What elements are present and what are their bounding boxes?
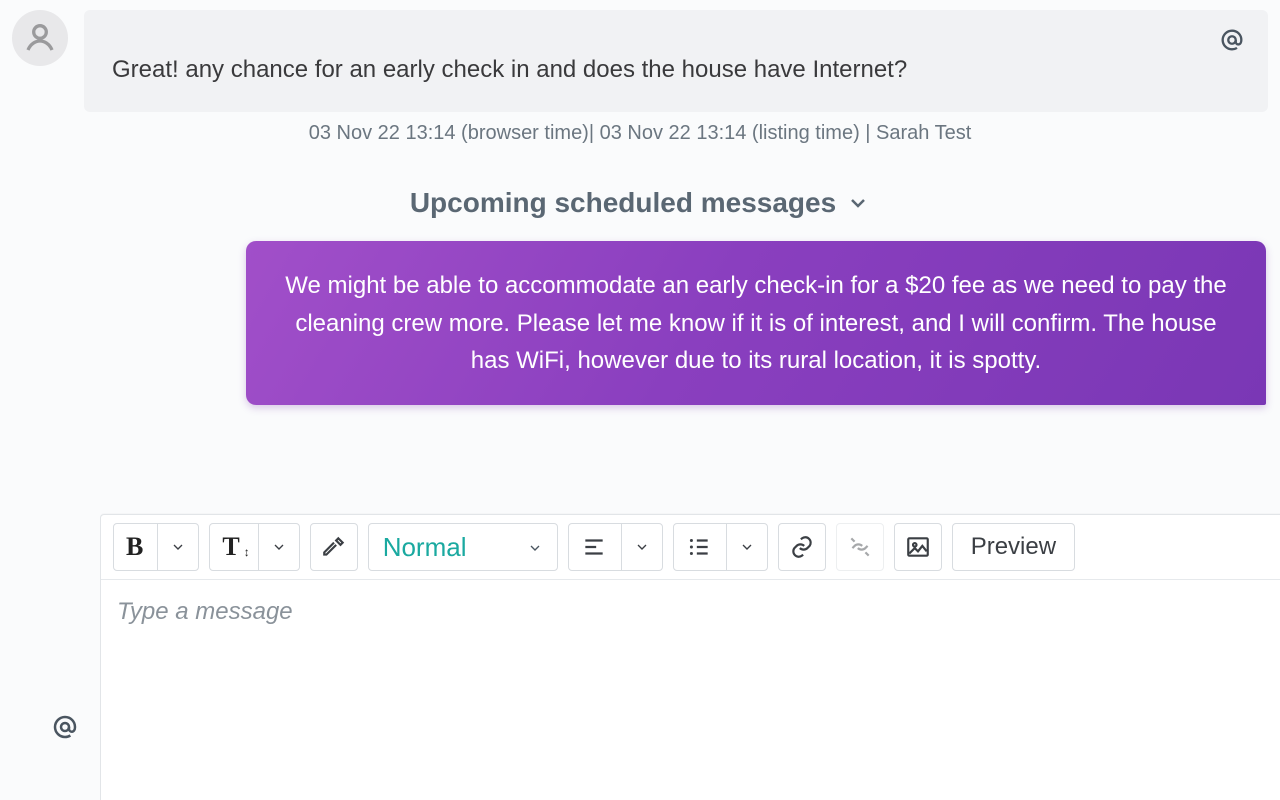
bold-button[interactable]: B [113, 523, 199, 571]
caret-down-icon [621, 524, 662, 570]
bold-icon: B [126, 532, 143, 562]
caret-down-icon [258, 524, 299, 570]
message-input-placeholder: Type a message [117, 598, 293, 625]
message-composer: B T↕ Normal [100, 514, 1280, 800]
messaging-panel: Great! any chance for an early check in … [0, 0, 1280, 800]
person-icon [22, 20, 58, 56]
composer-area: B T↕ Normal [30, 514, 1280, 800]
scheduled-messages-title: Upcoming scheduled messages [410, 187, 836, 219]
unlink-icon [847, 534, 873, 560]
message-input[interactable]: Type a message [101, 580, 1280, 800]
incoming-message-meta: 03 Nov 22 13:14 (browser time)| 03 Nov 2… [0, 112, 1280, 163]
insert-image-button[interactable] [894, 523, 942, 571]
outgoing-message-row: We might be able to accommodate an early… [0, 241, 1280, 405]
unlink-button [836, 523, 884, 571]
paragraph-format-select[interactable]: Normal [368, 523, 558, 571]
chevron-down-icon [846, 191, 870, 215]
outgoing-message-text: We might be able to accommodate an early… [285, 272, 1226, 373]
sender-avatar [12, 10, 68, 66]
align-left-icon [581, 534, 607, 560]
link-icon [789, 534, 815, 560]
formatting-toolbar: B T↕ Normal [101, 515, 1280, 580]
text-size-icon: T↕ [222, 532, 243, 562]
caret-down-icon [527, 532, 543, 563]
mention-side-button[interactable] [30, 514, 100, 800]
list-button[interactable] [673, 523, 768, 571]
incoming-message-row: Great! any chance for an early check in … [0, 0, 1280, 112]
scheduled-messages-header[interactable]: Upcoming scheduled messages [0, 163, 1280, 241]
insert-link-button[interactable] [778, 523, 826, 571]
mention-icon[interactable] [1218, 26, 1246, 59]
caret-down-icon [726, 524, 767, 570]
preview-button-label: Preview [971, 533, 1056, 561]
text-size-button[interactable]: T↕ [209, 523, 299, 571]
eyedropper-icon [321, 534, 347, 560]
preview-button[interactable]: Preview [952, 523, 1075, 571]
align-button[interactable] [568, 523, 663, 571]
incoming-message-text: Great! any chance for an early check in … [112, 36, 1240, 86]
image-icon [905, 534, 931, 560]
outgoing-message-bubble: We might be able to accommodate an early… [246, 241, 1266, 405]
incoming-message-bubble: Great! any chance for an early check in … [84, 10, 1268, 112]
bulleted-list-icon [686, 534, 712, 560]
paragraph-format-label: Normal [383, 532, 467, 563]
color-picker-button[interactable] [310, 523, 358, 571]
caret-down-icon [157, 524, 198, 570]
